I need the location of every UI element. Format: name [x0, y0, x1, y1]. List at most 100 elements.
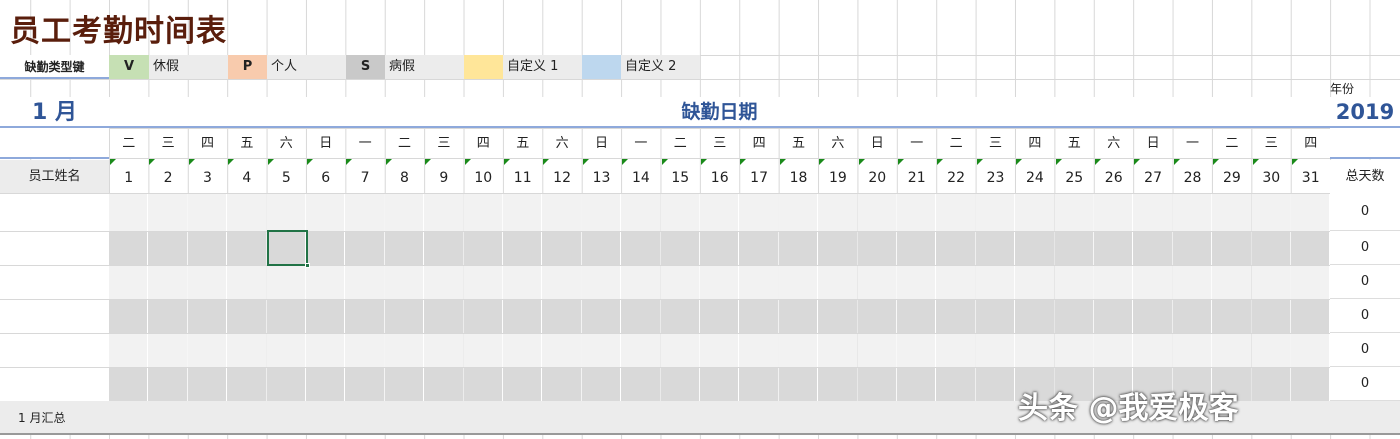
attendance-cell[interactable]	[227, 334, 266, 367]
attendance-cell[interactable]	[897, 368, 936, 401]
attendance-cell[interactable]	[1172, 232, 1212, 265]
attendance-cell[interactable]	[1133, 266, 1172, 299]
attendance-cell[interactable]	[1054, 266, 1093, 299]
attendance-cell[interactable]	[503, 300, 542, 333]
attendance-cell[interactable]	[857, 194, 896, 231]
attendance-cell[interactable]	[897, 266, 936, 299]
attendance-cell[interactable]	[857, 368, 896, 401]
attendance-cell[interactable]	[1212, 232, 1251, 265]
attendance-cell[interactable]	[266, 266, 305, 299]
attendance-cell[interactable]	[621, 300, 660, 333]
attendance-cell[interactable]	[1251, 368, 1290, 401]
attendance-cell[interactable]	[345, 334, 384, 367]
attendance-cell[interactable]	[345, 368, 384, 401]
attendance-cell[interactable]	[1133, 300, 1172, 333]
attendance-cell[interactable]	[542, 300, 581, 333]
attendance-cell[interactable]	[187, 194, 227, 231]
attendance-cell[interactable]	[109, 266, 148, 299]
attendance-cell[interactable]	[463, 300, 502, 333]
attendance-cell[interactable]	[109, 368, 148, 401]
attendance-cell[interactable]	[503, 232, 542, 265]
attendance-cell[interactable]	[1251, 232, 1290, 265]
attendance-cell[interactable]	[542, 266, 581, 299]
attendance-cell[interactable]	[109, 232, 148, 265]
attendance-cell[interactable]	[424, 334, 463, 367]
attendance-cell[interactable]	[700, 266, 739, 299]
attendance-cell[interactable]	[109, 194, 148, 231]
year-value[interactable]: 2019	[1330, 97, 1400, 128]
attendance-cell[interactable]	[187, 266, 227, 299]
attendance-cell[interactable]	[818, 194, 857, 231]
attendance-cell[interactable]	[621, 266, 660, 299]
attendance-cell[interactable]	[187, 368, 227, 401]
attendance-cell[interactable]	[818, 334, 857, 367]
attendance-cell[interactable]	[306, 194, 345, 231]
attendance-cell[interactable]	[1054, 300, 1093, 333]
attendance-cell[interactable]	[542, 334, 581, 367]
attendance-cell[interactable]	[581, 334, 621, 367]
attendance-cell[interactable]	[1291, 300, 1330, 333]
attendance-cell[interactable]	[187, 334, 227, 367]
attendance-cell[interactable]	[345, 300, 384, 333]
attendance-cell[interactable]	[778, 194, 818, 231]
attendance-cell[interactable]	[1094, 334, 1133, 367]
attendance-cell[interactable]	[148, 300, 187, 333]
attendance-cell[interactable]	[621, 368, 660, 401]
attendance-cell[interactable]	[266, 300, 305, 333]
attendance-cell[interactable]	[424, 368, 463, 401]
attendance-cell[interactable]	[306, 334, 345, 367]
attendance-cell[interactable]	[1251, 266, 1290, 299]
attendance-cell[interactable]	[1212, 300, 1251, 333]
attendance-cell[interactable]	[148, 334, 187, 367]
attendance-cell[interactable]	[148, 194, 187, 231]
attendance-cell[interactable]	[936, 368, 975, 401]
attendance-cell[interactable]	[1015, 232, 1054, 265]
attendance-cell[interactable]	[581, 194, 621, 231]
attendance-cell[interactable]	[345, 194, 384, 231]
attendance-cell[interactable]	[1212, 266, 1251, 299]
attendance-cell[interactable]	[975, 194, 1015, 231]
attendance-cell[interactable]	[975, 368, 1015, 401]
attendance-cell[interactable]	[936, 300, 975, 333]
attendance-cell[interactable]	[1291, 266, 1330, 299]
employee-name-cell[interactable]	[0, 232, 109, 265]
attendance-cell[interactable]	[384, 194, 424, 231]
attendance-cell[interactable]	[621, 232, 660, 265]
attendance-cell[interactable]	[1094, 266, 1133, 299]
attendance-cell[interactable]	[975, 334, 1015, 367]
attendance-cell[interactable]	[1291, 232, 1330, 265]
attendance-cell[interactable]	[424, 266, 463, 299]
attendance-cell[interactable]	[542, 194, 581, 231]
attendance-cell[interactable]	[424, 194, 463, 231]
attendance-cell[interactable]	[227, 266, 266, 299]
attendance-cell[interactable]	[424, 232, 463, 265]
attendance-cell[interactable]	[700, 194, 739, 231]
attendance-cell[interactable]	[266, 368, 305, 401]
attendance-cell[interactable]	[384, 368, 424, 401]
attendance-cell[interactable]	[1054, 232, 1093, 265]
attendance-cell[interactable]	[503, 194, 542, 231]
attendance-cell[interactable]	[1015, 300, 1054, 333]
attendance-cell[interactable]	[1172, 334, 1212, 367]
attendance-cell[interactable]	[1015, 194, 1054, 231]
attendance-cell[interactable]	[1172, 300, 1212, 333]
attendance-cell[interactable]	[503, 266, 542, 299]
month-label[interactable]: 1 月	[0, 97, 109, 128]
attendance-cell[interactable]	[818, 300, 857, 333]
attendance-cell[interactable]	[936, 194, 975, 231]
attendance-cell[interactable]	[581, 368, 621, 401]
attendance-cell[interactable]	[306, 300, 345, 333]
attendance-cell[interactable]	[660, 232, 699, 265]
attendance-cell[interactable]	[424, 300, 463, 333]
employee-name-cell[interactable]	[0, 194, 109, 231]
attendance-cell[interactable]	[621, 194, 660, 231]
attendance-cell[interactable]	[936, 232, 975, 265]
attendance-cell[interactable]	[463, 266, 502, 299]
attendance-cell[interactable]	[227, 232, 266, 265]
attendance-cell[interactable]	[1015, 334, 1054, 367]
attendance-cell[interactable]	[1251, 194, 1290, 231]
attendance-cell[interactable]	[227, 300, 266, 333]
attendance-cell[interactable]	[700, 334, 739, 367]
attendance-cell[interactable]	[345, 266, 384, 299]
attendance-cell[interactable]	[897, 334, 936, 367]
